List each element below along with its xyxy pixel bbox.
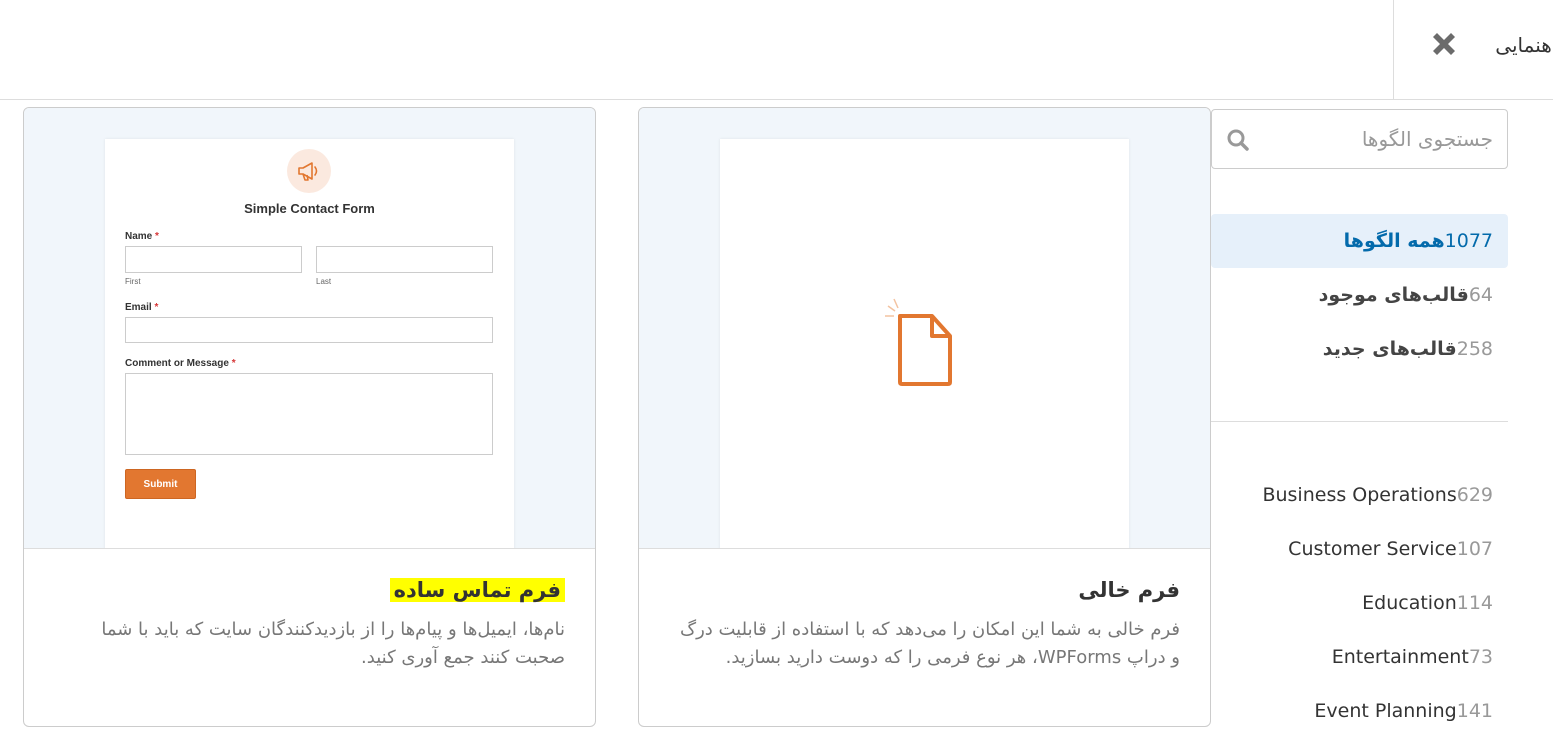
template-card-blank-form[interactable]: فرم خالی فرم خالی به شما این امکان را می…	[638, 107, 1211, 727]
category-label: همه الگوها	[1343, 230, 1445, 252]
comment-textarea	[125, 373, 493, 455]
category-label: قالب‌های موجود	[1318, 284, 1469, 306]
close-button[interactable]	[1424, 24, 1464, 64]
template-title: فرم خالی	[1078, 578, 1180, 602]
last-sublabel: Last	[316, 277, 332, 286]
comment-label: Comment or Message *	[125, 358, 236, 369]
category-education[interactable]: Education 114	[1211, 576, 1508, 630]
category-count: 141	[1456, 700, 1493, 722]
category-new-templates[interactable]: 258 قالب‌های جدید	[1211, 322, 1508, 376]
category-label: Customer Service	[1288, 538, 1457, 560]
category-label: قالب‌های جدید	[1322, 338, 1457, 360]
preview-paper	[720, 139, 1129, 548]
template-preview: Simple Contact Form Name * First Last Em…	[24, 108, 595, 549]
template-info: فرم تماس ساده نام‌ها، ایمیل‌ها و پیام‌ها…	[24, 550, 595, 726]
search-box	[1211, 109, 1508, 169]
template-title: فرم تماس ساده	[54, 578, 565, 602]
preview-paper: Simple Contact Form Name * First Last Em…	[105, 139, 514, 548]
sidebar: 1077همه الگوها 64قالب‌های موجود 258قالب‌…	[1211, 100, 1508, 747]
category-count: 258	[1456, 338, 1493, 360]
contact-form-preview: Simple Contact Form Name * First Last Em…	[105, 139, 514, 548]
last-name-field	[316, 246, 493, 273]
category-label: Event Planning	[1314, 700, 1457, 722]
guide-link[interactable]: راهنمایی	[1480, 30, 1553, 60]
category-event-planning[interactable]: Event Planning 141	[1211, 684, 1508, 738]
category-label: Business Operations	[1262, 484, 1457, 506]
category-label: Entertainment	[1331, 646, 1469, 668]
blank-document-icon	[885, 298, 952, 386]
template-preview	[639, 108, 1210, 549]
first-name-field	[125, 246, 302, 273]
category-label: Education	[1362, 592, 1457, 614]
megaphone-icon	[298, 162, 318, 181]
category-count: 629	[1456, 484, 1493, 506]
template-description: نام‌ها، ایمیل‌ها و پیام‌ها را از بازدیدک…	[101, 619, 565, 668]
top-bar-divider	[1393, 0, 1394, 100]
template-description: فرم خالی به شما این امکان را می‌دهد که ب…	[679, 619, 1180, 668]
category-available-templates[interactable]: 64 قالب‌های موجود	[1211, 268, 1508, 322]
email-field	[125, 317, 493, 343]
category-business-operations[interactable]: Business Operations 629	[1211, 468, 1508, 522]
category-all-templates[interactable]: 1077 همه الگوها	[1211, 214, 1508, 268]
category-count: 107	[1456, 538, 1493, 560]
submit-button-preview: Submit	[125, 469, 196, 499]
first-sublabel: First	[125, 277, 141, 286]
close-icon	[1433, 33, 1455, 55]
sidebar-divider	[1211, 421, 1508, 422]
search-icon	[1227, 129, 1249, 151]
category-count: 114	[1456, 592, 1493, 614]
category-entertainment[interactable]: Entertainment 73	[1211, 630, 1508, 684]
template-info: فرم خالی فرم خالی به شما این امکان را می…	[639, 550, 1210, 726]
category-count: 73	[1468, 646, 1493, 668]
category-count: 64	[1468, 284, 1493, 306]
category-count: 1077	[1444, 230, 1493, 252]
form-logo	[287, 149, 331, 193]
search-input[interactable]	[1273, 110, 1493, 168]
name-label: Name *	[125, 231, 159, 242]
form-title: Simple Contact Form	[244, 201, 375, 216]
category-customer-service[interactable]: Customer Service 107	[1211, 522, 1508, 576]
template-card-simple-contact-form[interactable]: Simple Contact Form Name * First Last Em…	[23, 107, 596, 727]
email-label: Email *	[125, 302, 159, 313]
top-bar: راهنمایی	[0, 0, 1553, 100]
